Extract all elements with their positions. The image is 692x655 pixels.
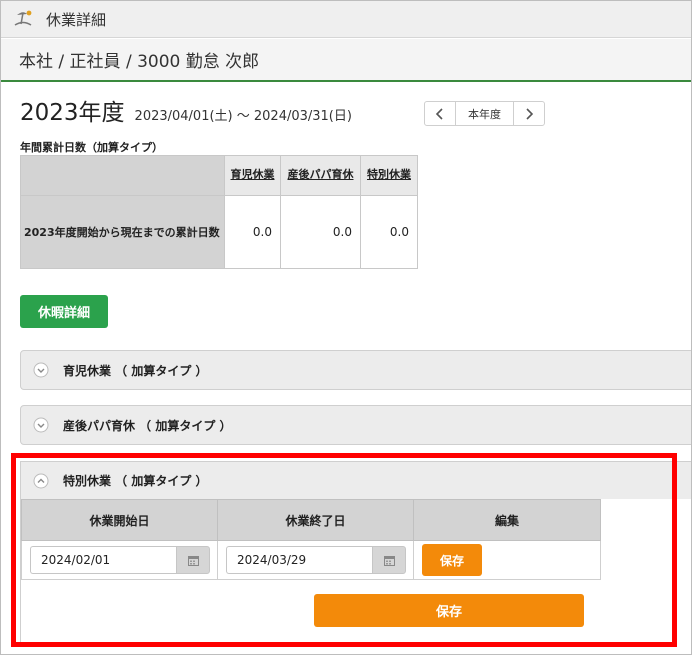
- next-year-button[interactable]: [514, 102, 544, 125]
- leave-detail-button[interactable]: 休暇詳細: [20, 295, 108, 328]
- column-header-edit: 編集: [413, 499, 601, 541]
- save-button[interactable]: 保存: [314, 594, 584, 627]
- accordion-label: 特別休業 （ 加算タイプ ）: [63, 474, 208, 488]
- value-paternity: 0.0: [280, 195, 361, 269]
- start-date-cell: [21, 540, 218, 580]
- calendar-icon: [187, 555, 199, 566]
- chevron-down-icon: [33, 362, 49, 378]
- annual-total-caption: 年間累計日数（加算タイプ）: [20, 141, 163, 154]
- row-save-button[interactable]: 保存: [422, 544, 482, 576]
- value-special: 0.0: [360, 195, 418, 269]
- row-header-cumulative: 2023年度開始から現在までの累計日数: [20, 195, 225, 269]
- end-date-calendar-button[interactable]: [372, 546, 406, 574]
- table-header-row: 育児休業 産後パパ育休 特別休業: [20, 155, 418, 196]
- chevron-right-icon: [526, 107, 534, 120]
- leave-detail-window: 休業詳細 本社 / 正社員 / 3000 勤怠 次郎 2023年度 2023/0…: [0, 0, 692, 655]
- title-bar: 休業詳細: [1, 1, 691, 38]
- edit-cell: 保存: [413, 540, 601, 580]
- fiscal-year-title: 2023年度: [20, 100, 125, 126]
- column-header-start-date: 休業開始日: [21, 499, 218, 541]
- end-date-cell: [217, 540, 414, 580]
- fiscal-year-row: 2023年度 2023/04/01(土) ～ 2024/03/31(日): [20, 93, 352, 129]
- table-row: 保存: [21, 540, 601, 580]
- employee-header: 本社 / 正社員 / 3000 勤怠 次郎: [1, 39, 691, 82]
- column-header-end-date: 休業終了日: [217, 499, 414, 541]
- accordion-label: 育児休業 （ 加算タイプ ）: [63, 363, 208, 378]
- table-row: 2023年度開始から現在までの累計日数 0.0 0.0 0.0: [20, 195, 418, 269]
- chevron-left-icon: [435, 107, 443, 120]
- year-navigation: 本年度: [424, 101, 545, 126]
- accordion-label: 産後パパ育休 （ 加算タイプ ）: [63, 418, 232, 433]
- chevron-up-icon: [33, 473, 49, 489]
- special-leave-panel: 休業開始日 休業終了日 編集 2024/02/01 2024/03/29 保存 …: [20, 499, 675, 642]
- leave-period-table: 休業開始日 休業終了日 編集 2024/02/01 2024/03/29 保存: [21, 499, 601, 580]
- fiscal-year-range: 2023/04/01(土) ～ 2024/03/31(日): [134, 109, 352, 124]
- column-header-childcare[interactable]: 育児休業: [224, 155, 281, 196]
- window-title: 休業詳細: [46, 10, 107, 29]
- end-date-input[interactable]: [226, 546, 372, 574]
- column-header-paternity[interactable]: 産後パパ育休: [280, 155, 361, 196]
- accordion-paternity[interactable]: 産後パパ育休 （ 加算タイプ ）: [20, 405, 691, 445]
- previous-year-button[interactable]: [425, 102, 455, 125]
- annual-total-table: 育児休業 産後パパ育休 特別休業 2023年度開始から現在までの累計日数 0.0…: [20, 155, 418, 269]
- accordion-special[interactable]: 特別休業 （ 加算タイプ ）: [20, 461, 691, 499]
- table-header-row: 休業開始日 休業終了日 編集: [21, 499, 601, 541]
- start-date-input[interactable]: [30, 546, 176, 574]
- chevron-down-icon: [33, 417, 49, 433]
- value-childcare: 0.0: [224, 195, 281, 269]
- leave-beach-icon: [12, 8, 34, 30]
- current-year-button[interactable]: 本年度: [455, 102, 514, 125]
- calendar-icon: [383, 555, 395, 566]
- accordion-childcare[interactable]: 育児休業 （ 加算タイプ ）: [20, 350, 691, 390]
- start-date-calendar-button[interactable]: [176, 546, 210, 574]
- table-corner: [20, 155, 225, 196]
- column-header-special[interactable]: 特別休業: [360, 155, 418, 196]
